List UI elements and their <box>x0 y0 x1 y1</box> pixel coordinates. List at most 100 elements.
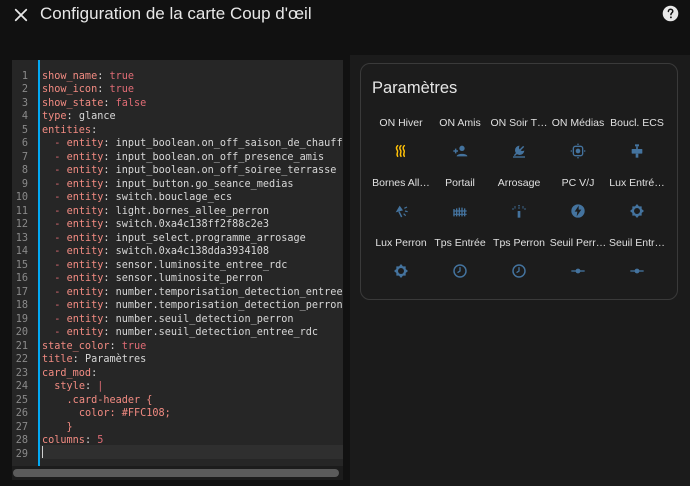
code-token: : number.temporisation_detection_perron <box>103 300 343 311</box>
entity-item[interactable]: ON Soir T… <box>490 116 548 159</box>
dialog-title: Configuration de la carte Coup d'œil <box>40 4 312 23</box>
gate-icon[interactable] <box>452 203 468 219</box>
entity-name: PC V/J <box>561 177 595 189</box>
entity-item[interactable]: Tps Perron <box>490 236 548 279</box>
code-token: : Paramètres <box>72 354 147 365</box>
line-number: 1 <box>21 70 28 82</box>
line-number: 12 <box>15 219 28 230</box>
line-number: 4 <box>21 111 28 122</box>
code-token: : glance <box>66 111 116 122</box>
code-token: : <box>91 124 98 136</box>
code-token: entity <box>66 165 104 176</box>
code-token: entity <box>66 232 104 244</box>
entity-item[interactable]: Tps Entrée <box>431 236 489 279</box>
line-number: 11 <box>15 205 28 217</box>
line-number: 7 <box>21 151 28 163</box>
code-token: type <box>42 111 67 122</box>
code-token: : switch.0xa4c138ff2f88c2e3 <box>103 219 269 230</box>
timer-icon[interactable] <box>452 263 468 279</box>
yaml-code-editor[interactable]: 1 show_name: true 2 show_icon: true 3 show_st… <box>12 60 343 466</box>
code-token: show_icon <box>42 84 98 95</box>
entity-item[interactable]: ON Hiver <box>372 116 430 159</box>
code-token: : input_boolean.on_off_soiree_terrasse <box>103 165 337 176</box>
code-line: - entity: input_boolean.on_off_presence_… <box>42 151 324 165</box>
code-token: : number.seuil_detection_perron <box>103 313 294 325</box>
line-number: 29 <box>15 448 28 460</box>
code-line: - entity: number.temporisation_detection… <box>42 299 343 313</box>
entity-name: Tps Perron <box>493 237 545 249</box>
entity-item[interactable]: PC V/J <box>549 176 607 219</box>
entity-name: Bornes All… <box>372 177 430 189</box>
line-number: 5 <box>21 124 28 136</box>
code-token: entity <box>66 327 104 338</box>
code-token: title <box>42 354 73 365</box>
code-token: : input_button.go_seance_medias <box>103 178 294 190</box>
code-token: true <box>121 340 147 352</box>
code-token: | <box>97 381 104 392</box>
entity-name: ON Hiver <box>379 117 423 129</box>
code-token: : <box>103 97 116 109</box>
timer-icon[interactable] <box>511 263 527 279</box>
code-token: entity <box>66 205 104 217</box>
ray-vertex-icon[interactable] <box>629 263 645 279</box>
text-cursor <box>42 446 43 458</box>
code-line: entities: <box>42 124 97 138</box>
code-line: type: glance <box>42 110 116 124</box>
entity-item[interactable]: Lux Entré… <box>608 176 666 219</box>
code-token: : <box>109 340 122 352</box>
code-token: : number.seuil_detection_entree_rdc <box>103 327 319 338</box>
horizontal-scrollbar-thumb[interactable] <box>13 469 339 477</box>
entity-item[interactable]: ON Amis <box>431 116 489 159</box>
line-number: 27 <box>15 421 28 433</box>
code-token: entity <box>66 219 104 230</box>
dialog-header: Configuration de la carte Coup d'œil <box>0 0 690 30</box>
code-line: - entity: input_boolean.on_off_soiree_te… <box>42 164 336 178</box>
weather-night-icon[interactable] <box>511 143 527 159</box>
brightness-icon[interactable] <box>629 203 645 219</box>
code-line: card_mod: <box>42 367 97 381</box>
code-token: : switch.bouclage_ecs <box>103 192 233 203</box>
ray-vertex-icon[interactable] <box>570 263 586 279</box>
help-circle-icon[interactable] <box>662 5 679 22</box>
code-token: entity <box>66 273 104 284</box>
code-line: - entity: number.seuil_detection_entree_… <box>42 326 318 340</box>
entity-item[interactable]: Lux Perron <box>372 236 430 279</box>
entity-item[interactable]: Boucl. ECS <box>608 116 666 159</box>
code-token: entity <box>66 286 104 298</box>
editor-focus-bar <box>38 60 40 466</box>
close-icon[interactable] <box>12 6 30 24</box>
entity-item[interactable]: Seuil Perr… <box>549 236 607 279</box>
code-line: } <box>42 421 73 435</box>
flash-icon[interactable] <box>570 203 586 219</box>
line-number: 18 <box>15 300 28 311</box>
outdoor-lamp-icon[interactable] <box>393 203 409 219</box>
glance-card: Paramètres ON Hiver ON Amis ON Soir T… ON M… <box>360 63 678 300</box>
entity-item[interactable]: ON Médias <box>549 116 607 159</box>
radiator-icon[interactable] <box>393 143 409 159</box>
code-token: columns <box>42 435 85 446</box>
line-number: 14 <box>15 246 28 257</box>
code-line: state_color: true <box>42 340 146 354</box>
sprinkler-icon[interactable] <box>511 203 527 219</box>
entity-item[interactable]: Bornes All… <box>372 176 430 219</box>
entity-item[interactable]: Arrosage <box>490 176 548 219</box>
line-number: 25 <box>15 394 28 406</box>
brightness-icon[interactable] <box>393 263 409 279</box>
gesture-tap-button-icon[interactable] <box>570 143 586 159</box>
line-number: 28 <box>15 435 28 446</box>
line-number: 20 <box>15 327 28 338</box>
entity-item[interactable]: Portail <box>431 176 489 219</box>
line-number: 8 <box>21 165 28 176</box>
entity-item[interactable]: Seuil Entr… <box>608 236 666 279</box>
water-pump-icon[interactable] <box>629 143 645 159</box>
account-plus-icon[interactable] <box>452 143 468 159</box>
